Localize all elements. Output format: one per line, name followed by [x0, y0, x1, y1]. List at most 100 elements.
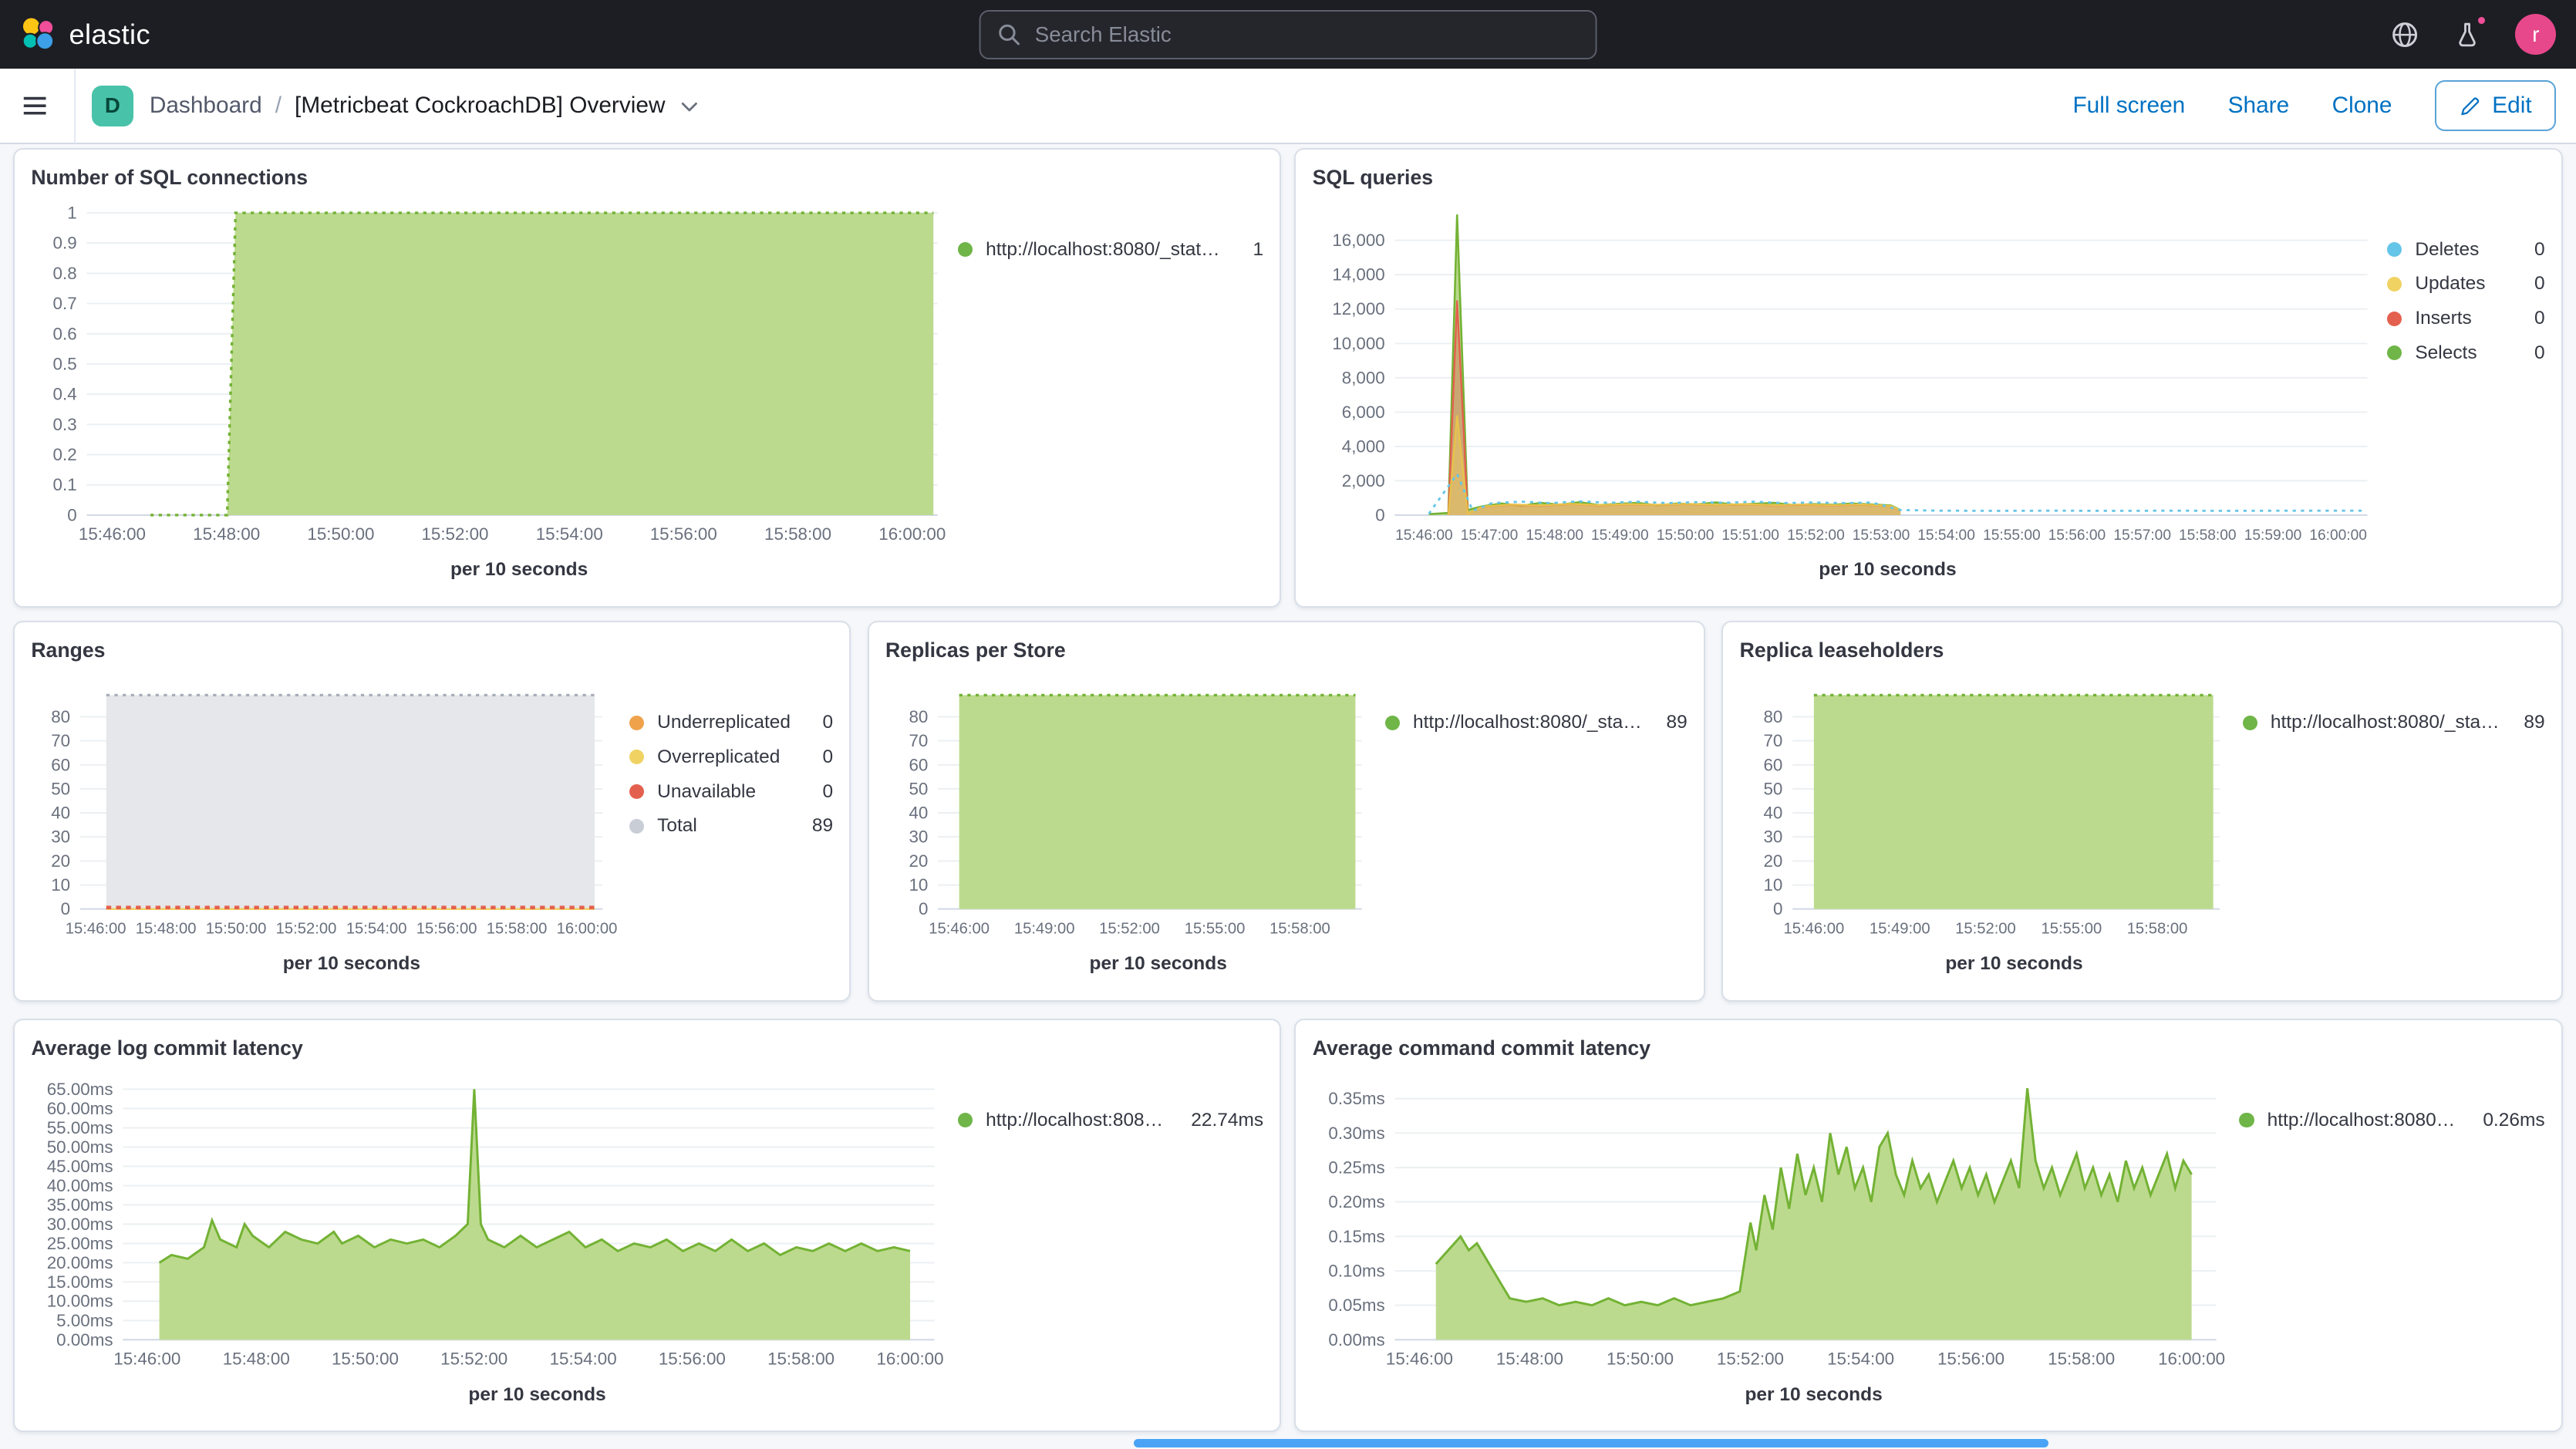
log-commit-latency-chart[interactable]: 65.00ms60.00ms55.00ms50.00ms45.00ms40.00…: [31, 1070, 951, 1379]
svg-text:12,000: 12,000: [1332, 299, 1384, 318]
menu-button[interactable]: [20, 68, 76, 143]
panel-replicas-per-store: Replicas per Store 8070605040302010015:4…: [868, 621, 1705, 1002]
legend-item[interactable]: Underreplicated0: [629, 706, 833, 740]
legend-label: Underreplicated: [657, 712, 806, 733]
space-badge[interactable]: D: [92, 86, 133, 126]
svg-text:15:59:00: 15:59:00: [2244, 527, 2302, 544]
legend-item[interactable]: Total89: [629, 809, 833, 844]
svg-text:15:50:00: 15:50:00: [308, 524, 375, 544]
legend-item[interactable]: Selects0: [2387, 336, 2544, 371]
svg-text:15:49:00: 15:49:00: [1014, 921, 1075, 938]
dashboard-grid: Number of SQL connections 10.90.80.70.60…: [0, 144, 2576, 1432]
ranges-chart[interactable]: 8070605040302010015:46:0015:48:0015:50:0…: [31, 672, 622, 949]
legend-series-dot: [629, 716, 644, 730]
horizontal-scrollbar-thumb[interactable]: [1134, 1439, 2048, 1447]
legend-value: 0: [2534, 308, 2545, 329]
svg-text:70: 70: [52, 731, 71, 750]
legend-item[interactable]: Deletes0: [2387, 232, 2544, 267]
svg-text:15:46:00: 15:46:00: [79, 524, 146, 544]
share-button[interactable]: Share: [2228, 93, 2290, 119]
svg-text:0.00ms: 0.00ms: [1328, 1329, 1384, 1349]
svg-text:15:54:00: 15:54:00: [346, 921, 407, 938]
svg-text:25.00ms: 25.00ms: [47, 1234, 113, 1253]
legend-item[interactable]: http://localhost:8080/_sta…89: [2243, 706, 2545, 740]
svg-text:55.00ms: 55.00ms: [47, 1118, 113, 1137]
svg-text:80: 80: [52, 707, 71, 726]
svg-text:15:46:00: 15:46:00: [114, 1349, 181, 1368]
notification-dot: [2476, 15, 2487, 26]
legend-item[interactable]: http://localhost:8080/_sta…89: [1385, 706, 1688, 740]
chart-canvas: 8070605040302010015:46:0015:49:0015:52:0…: [1740, 672, 2236, 949]
legend-label: Selects: [2415, 342, 2517, 364]
legend-item[interactable]: http://localhost:8080/_stat…1: [958, 232, 1263, 267]
svg-text:0: 0: [68, 505, 77, 524]
global-search: [979, 10, 1597, 59]
svg-text:60: 60: [909, 756, 928, 775]
command-commit-latency-chart[interactable]: 0.35ms0.30ms0.25ms0.20ms0.15ms0.10ms0.05…: [1313, 1070, 2233, 1379]
breadcrumb-dashboard-link[interactable]: Dashboard: [150, 93, 262, 119]
legend-item[interactable]: Unavailable0: [629, 774, 833, 809]
legend-value: 89: [1666, 712, 1687, 733]
svg-text:15:52:00: 15:52:00: [1955, 921, 2016, 938]
svg-text:0.00ms: 0.00ms: [57, 1329, 113, 1349]
chart-legend: http://localhost:8080/_stat…1: [951, 200, 1263, 581]
svg-text:0.1: 0.1: [53, 475, 77, 494]
pencil-icon: [2460, 96, 2481, 117]
panel-replica-leaseholders: Replica leaseholders 8070605040302010015…: [1721, 621, 2563, 1002]
legend-value: 0: [2534, 239, 2545, 261]
svg-text:10: 10: [909, 875, 928, 895]
user-avatar[interactable]: r: [2515, 14, 2556, 55]
svg-text:15:48:00: 15:48:00: [223, 1349, 290, 1368]
help-icon[interactable]: [2390, 20, 2419, 49]
svg-text:16:00:00: 16:00:00: [879, 524, 946, 544]
svg-text:0.05ms: 0.05ms: [1328, 1296, 1384, 1315]
svg-text:0.8: 0.8: [53, 264, 77, 283]
panel-title: Average log commit latency: [31, 1036, 1263, 1060]
svg-text:15:46:00: 15:46:00: [929, 921, 990, 938]
sql-connections-chart[interactable]: 10.90.80.70.60.50.40.30.20.1015:46:0015:…: [31, 200, 951, 554]
svg-text:70: 70: [909, 731, 928, 750]
replicas-per-store-chart[interactable]: 8070605040302010015:46:0015:49:0015:52:0…: [885, 672, 1378, 949]
newsfeed-icon[interactable]: [2453, 20, 2482, 49]
svg-text:16:00:00: 16:00:00: [2309, 527, 2367, 544]
legend-label: Updates: [2415, 273, 2517, 295]
chevron-down-icon[interactable]: [679, 96, 700, 117]
full-screen-button[interactable]: Full screen: [2072, 93, 2185, 119]
svg-text:50.00ms: 50.00ms: [47, 1137, 113, 1157]
legend-item[interactable]: http://localhost:8080…0.26ms: [2239, 1103, 2544, 1137]
panel-title: Number of SQL connections: [31, 166, 1263, 190]
svg-text:50: 50: [1763, 780, 1782, 799]
svg-text:20: 20: [909, 851, 928, 871]
svg-text:15:52:00: 15:52:00: [441, 1349, 508, 1368]
legend-item[interactable]: http://localhost:808…22.74ms: [958, 1103, 1263, 1137]
svg-text:15:56:00: 15:56:00: [416, 921, 477, 938]
x-axis-caption: per 10 seconds: [1740, 953, 2237, 975]
svg-text:15:54:00: 15:54:00: [1827, 1349, 1894, 1368]
sql-queries-chart[interactable]: 16,00014,00012,00010,0008,0006,0004,0002…: [1313, 200, 2381, 554]
elastic-home-link[interactable]: elastic: [20, 16, 151, 52]
legend-item[interactable]: Inserts0: [2387, 302, 2544, 336]
svg-text:0.30ms: 0.30ms: [1328, 1123, 1384, 1142]
svg-text:0.2: 0.2: [53, 445, 77, 464]
x-axis-caption: per 10 seconds: [1313, 1384, 2233, 1406]
legend-series-dot: [629, 750, 644, 764]
svg-text:15:53:00: 15:53:00: [1853, 527, 1910, 544]
x-axis-caption: per 10 seconds: [31, 953, 622, 975]
legend-item[interactable]: Updates0: [2387, 267, 2544, 302]
chart-canvas: 16,00014,00012,00010,0008,0006,0004,0002…: [1313, 200, 2381, 554]
edit-button[interactable]: Edit: [2435, 80, 2557, 131]
legend-value: 0: [822, 781, 833, 803]
svg-text:80: 80: [909, 707, 928, 726]
svg-text:15:48:00: 15:48:00: [193, 524, 260, 544]
replica-leaseholders-chart[interactable]: 8070605040302010015:46:0015:49:0015:52:0…: [1740, 672, 2237, 949]
svg-text:45.00ms: 45.00ms: [47, 1157, 113, 1176]
legend-item[interactable]: Overreplicated0: [629, 740, 833, 775]
legend-label: http://localhost:8080/_stat…: [986, 239, 1236, 261]
search-input[interactable]: [1035, 22, 1579, 47]
legend-label: http://localhost:8080/_sta…: [2271, 712, 2507, 733]
clone-button[interactable]: Clone: [2332, 93, 2392, 119]
svg-text:20: 20: [1763, 851, 1782, 871]
svg-text:20: 20: [52, 851, 71, 871]
svg-text:0.6: 0.6: [53, 324, 77, 343]
svg-text:15:54:00: 15:54:00: [1917, 527, 1975, 544]
